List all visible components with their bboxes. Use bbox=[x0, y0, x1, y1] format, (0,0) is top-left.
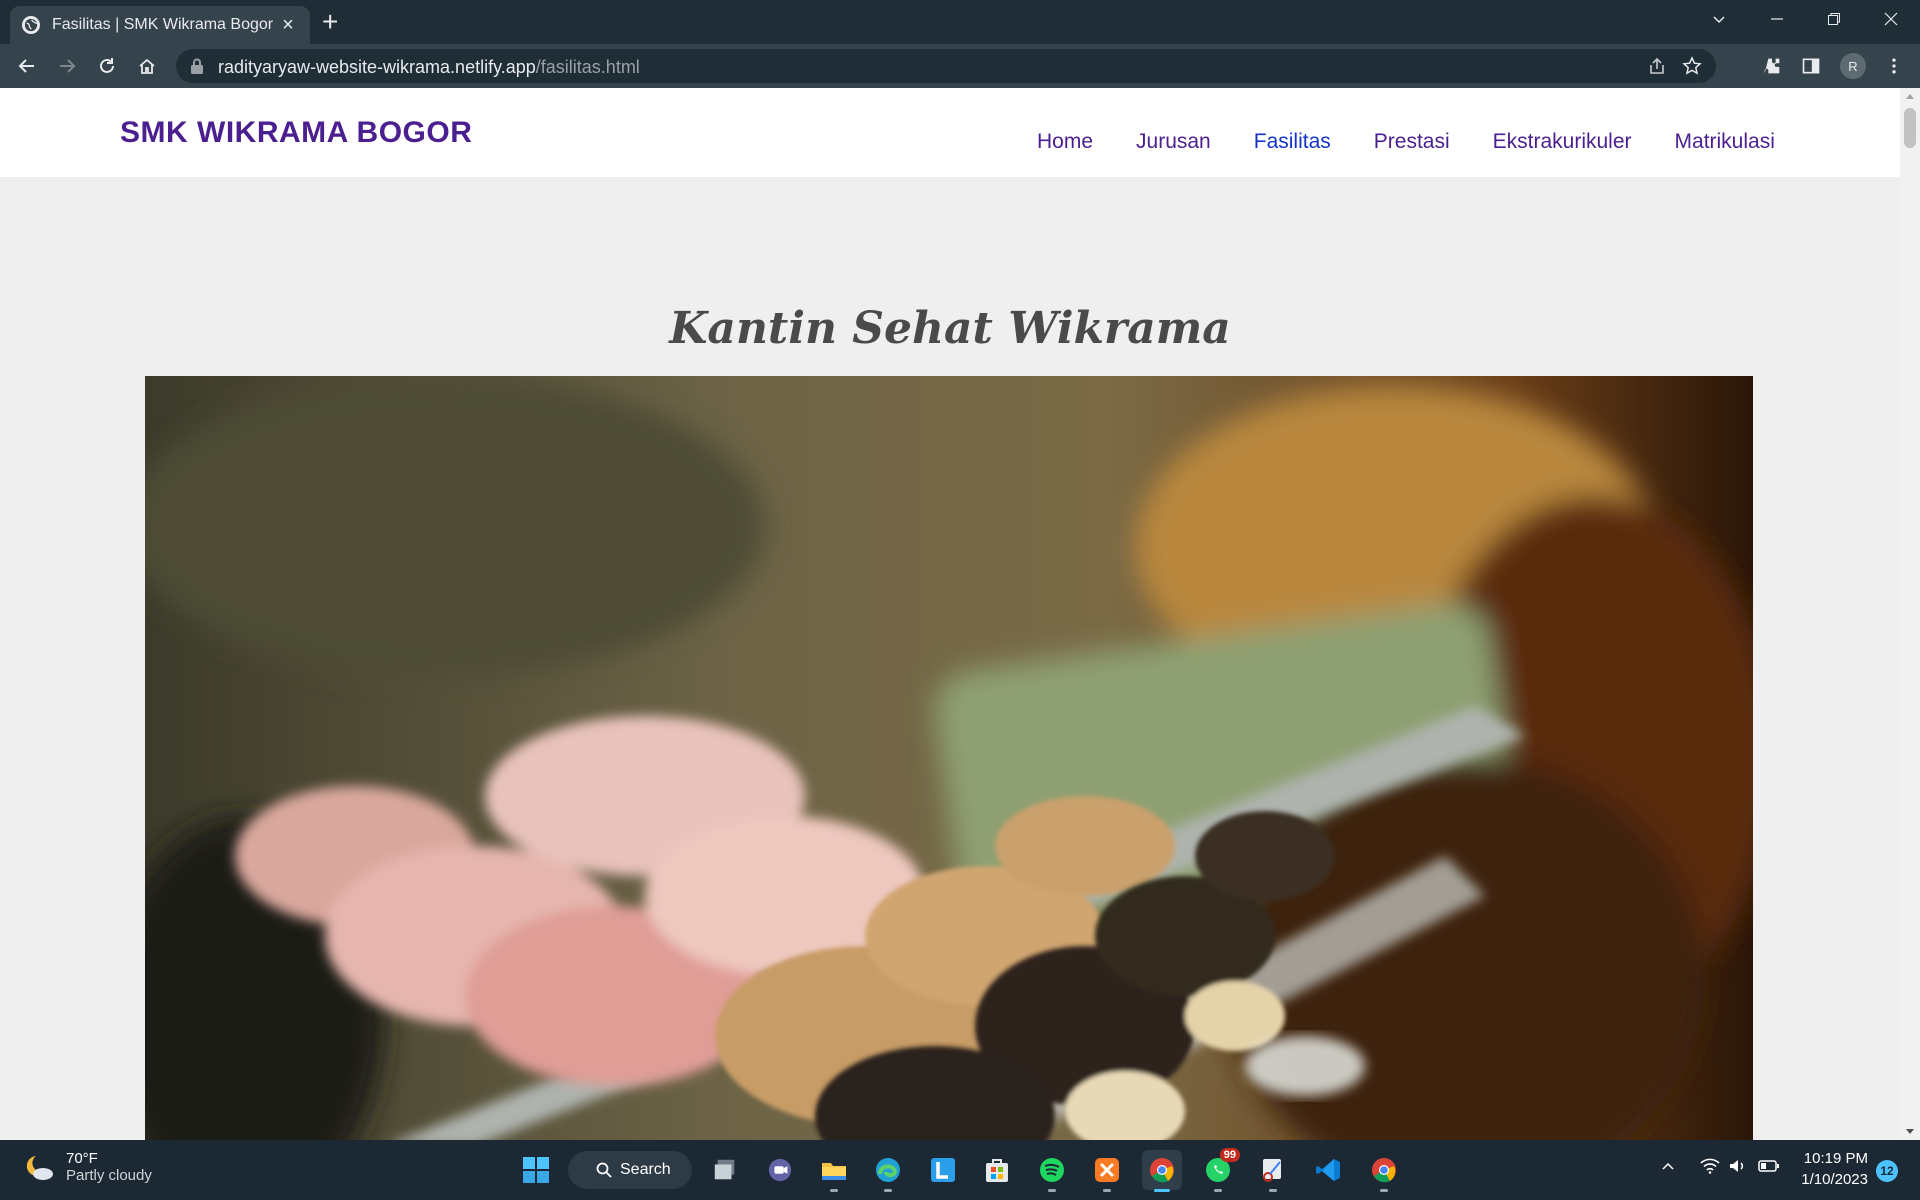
spotify-icon[interactable] bbox=[1032, 1150, 1072, 1192]
address-bar[interactable]: radityaryaw-website-wikrama.netlify.app/… bbox=[176, 49, 1716, 83]
nav-matrikulasi[interactable]: Matrikulasi bbox=[1675, 130, 1775, 154]
share-icon[interactable] bbox=[1648, 57, 1666, 75]
scroll-up-icon[interactable] bbox=[1906, 94, 1914, 99]
running-indicator bbox=[884, 1189, 892, 1192]
windows-taskbar: 70°F Partly cloudy Search 99 10:19 PM 1/… bbox=[0, 1140, 1920, 1200]
chrome-profile-icon[interactable] bbox=[1364, 1150, 1404, 1192]
clock-time: 10:19 PM bbox=[1803, 1150, 1868, 1167]
tab-close-icon[interactable]: × bbox=[278, 15, 298, 35]
l-app-icon[interactable] bbox=[923, 1150, 963, 1190]
section-title: Kantin Sehat Wikrama bbox=[669, 303, 1231, 354]
vscode-icon[interactable] bbox=[1308, 1150, 1348, 1190]
weather-condition: Partly cloudy bbox=[66, 1167, 152, 1184]
microsoft-store-icon[interactable] bbox=[977, 1150, 1017, 1190]
nav-prestasi[interactable]: Prestasi bbox=[1374, 130, 1450, 154]
running-indicator bbox=[1048, 1189, 1056, 1192]
clock-date: 1/10/2023 bbox=[1801, 1171, 1868, 1188]
close-window-button[interactable] bbox=[1862, 0, 1920, 38]
snipping-tool-icon[interactable] bbox=[1253, 1150, 1293, 1192]
running-indicator bbox=[1154, 1189, 1170, 1192]
browser-tab[interactable]: Fasilitas | SMK Wikrama Bogor × bbox=[10, 6, 310, 44]
page-scrollbar[interactable] bbox=[1900, 88, 1920, 1140]
browser-toolbar: radityaryaw-website-wikrama.netlify.app/… bbox=[0, 44, 1920, 88]
url-host: radityaryaw-website-wikrama.netlify.app bbox=[218, 57, 536, 77]
reload-button[interactable] bbox=[93, 52, 121, 80]
running-indicator bbox=[1103, 1189, 1111, 1192]
url-text[interactable]: radityaryaw-website-wikrama.netlify.app/… bbox=[218, 57, 640, 78]
back-button[interactable] bbox=[13, 52, 41, 80]
start-button[interactable] bbox=[516, 1150, 556, 1190]
search-label: Search bbox=[620, 1161, 671, 1178]
restore-button[interactable] bbox=[1805, 0, 1863, 38]
system-clock[interactable]: 10:19 PM 1/10/2023 bbox=[1798, 1148, 1868, 1190]
chrome-icon[interactable] bbox=[1142, 1150, 1182, 1192]
whatsapp-icon[interactable]: 99 bbox=[1198, 1148, 1240, 1192]
search-icon bbox=[596, 1162, 612, 1178]
nav-fasilitas[interactable]: Fasilitas bbox=[1254, 130, 1331, 154]
nav-jurusan[interactable]: Jurusan bbox=[1136, 130, 1211, 154]
partly-cloudy-icon bbox=[26, 1156, 53, 1180]
side-panel-icon[interactable] bbox=[1799, 54, 1823, 78]
running-indicator bbox=[1380, 1189, 1388, 1192]
tab-title: Fasilitas | SMK Wikrama Bogor bbox=[52, 16, 274, 33]
running-indicator bbox=[1269, 1189, 1277, 1192]
globe-icon bbox=[22, 16, 40, 34]
windows-logo-icon bbox=[523, 1157, 549, 1183]
canteen-food-photo bbox=[145, 376, 1753, 1140]
lock-icon[interactable] bbox=[190, 58, 204, 74]
edge-browser-icon[interactable] bbox=[868, 1150, 908, 1192]
task-view-icon[interactable] bbox=[705, 1150, 745, 1190]
xampp-icon[interactable] bbox=[1087, 1150, 1127, 1192]
volume-icon[interactable] bbox=[1728, 1158, 1748, 1179]
running-indicator bbox=[830, 1189, 838, 1192]
scroll-down-icon[interactable] bbox=[1906, 1129, 1914, 1134]
new-tab-button[interactable]: + bbox=[322, 8, 338, 36]
site-header: SMK WIKRAMA BOGOR Home Jurusan Fasilitas… bbox=[0, 88, 1900, 177]
scrollbar-thumb[interactable] bbox=[1904, 108, 1916, 148]
whatsapp-badge: 99 bbox=[1219, 1148, 1240, 1162]
browser-titlebar: Fasilitas | SMK Wikrama Bogor × + bbox=[0, 0, 1920, 44]
battery-icon[interactable] bbox=[1758, 1158, 1780, 1179]
nav-home[interactable]: Home bbox=[1037, 130, 1093, 154]
home-button[interactable] bbox=[133, 52, 161, 80]
show-hidden-icons[interactable] bbox=[1660, 1158, 1676, 1179]
weather-widget[interactable]: 70°F Partly cloudy bbox=[22, 1150, 152, 1184]
bookmark-star-icon[interactable] bbox=[1682, 56, 1702, 76]
tab-search-icon[interactable] bbox=[1690, 0, 1748, 38]
file-explorer-icon[interactable] bbox=[814, 1150, 854, 1192]
teams-chat-icon[interactable] bbox=[760, 1150, 800, 1190]
profile-avatar[interactable]: R bbox=[1840, 53, 1866, 79]
running-indicator bbox=[1214, 1189, 1222, 1192]
minimize-button[interactable] bbox=[1748, 0, 1806, 38]
main-nav: Home Jurusan Fasilitas Prestasi Ekstraku… bbox=[1037, 130, 1818, 154]
nav-ekstrakurikuler[interactable]: Ekstrakurikuler bbox=[1493, 130, 1632, 154]
wifi-icon[interactable] bbox=[1700, 1158, 1720, 1179]
weather-temp: 70°F bbox=[66, 1150, 98, 1167]
extensions-icon[interactable] bbox=[1760, 54, 1784, 78]
taskbar-search[interactable]: Search bbox=[568, 1151, 692, 1189]
browser-menu-icon[interactable] bbox=[1882, 54, 1906, 78]
forward-button[interactable] bbox=[53, 52, 81, 80]
notification-count[interactable]: 12 bbox=[1876, 1160, 1898, 1182]
site-brand[interactable]: SMK WIKRAMA BOGOR bbox=[120, 116, 472, 150]
url-path: /fasilitas.html bbox=[535, 57, 640, 77]
page-viewport: SMK WIKRAMA BOGOR Home Jurusan Fasilitas… bbox=[0, 88, 1900, 1140]
